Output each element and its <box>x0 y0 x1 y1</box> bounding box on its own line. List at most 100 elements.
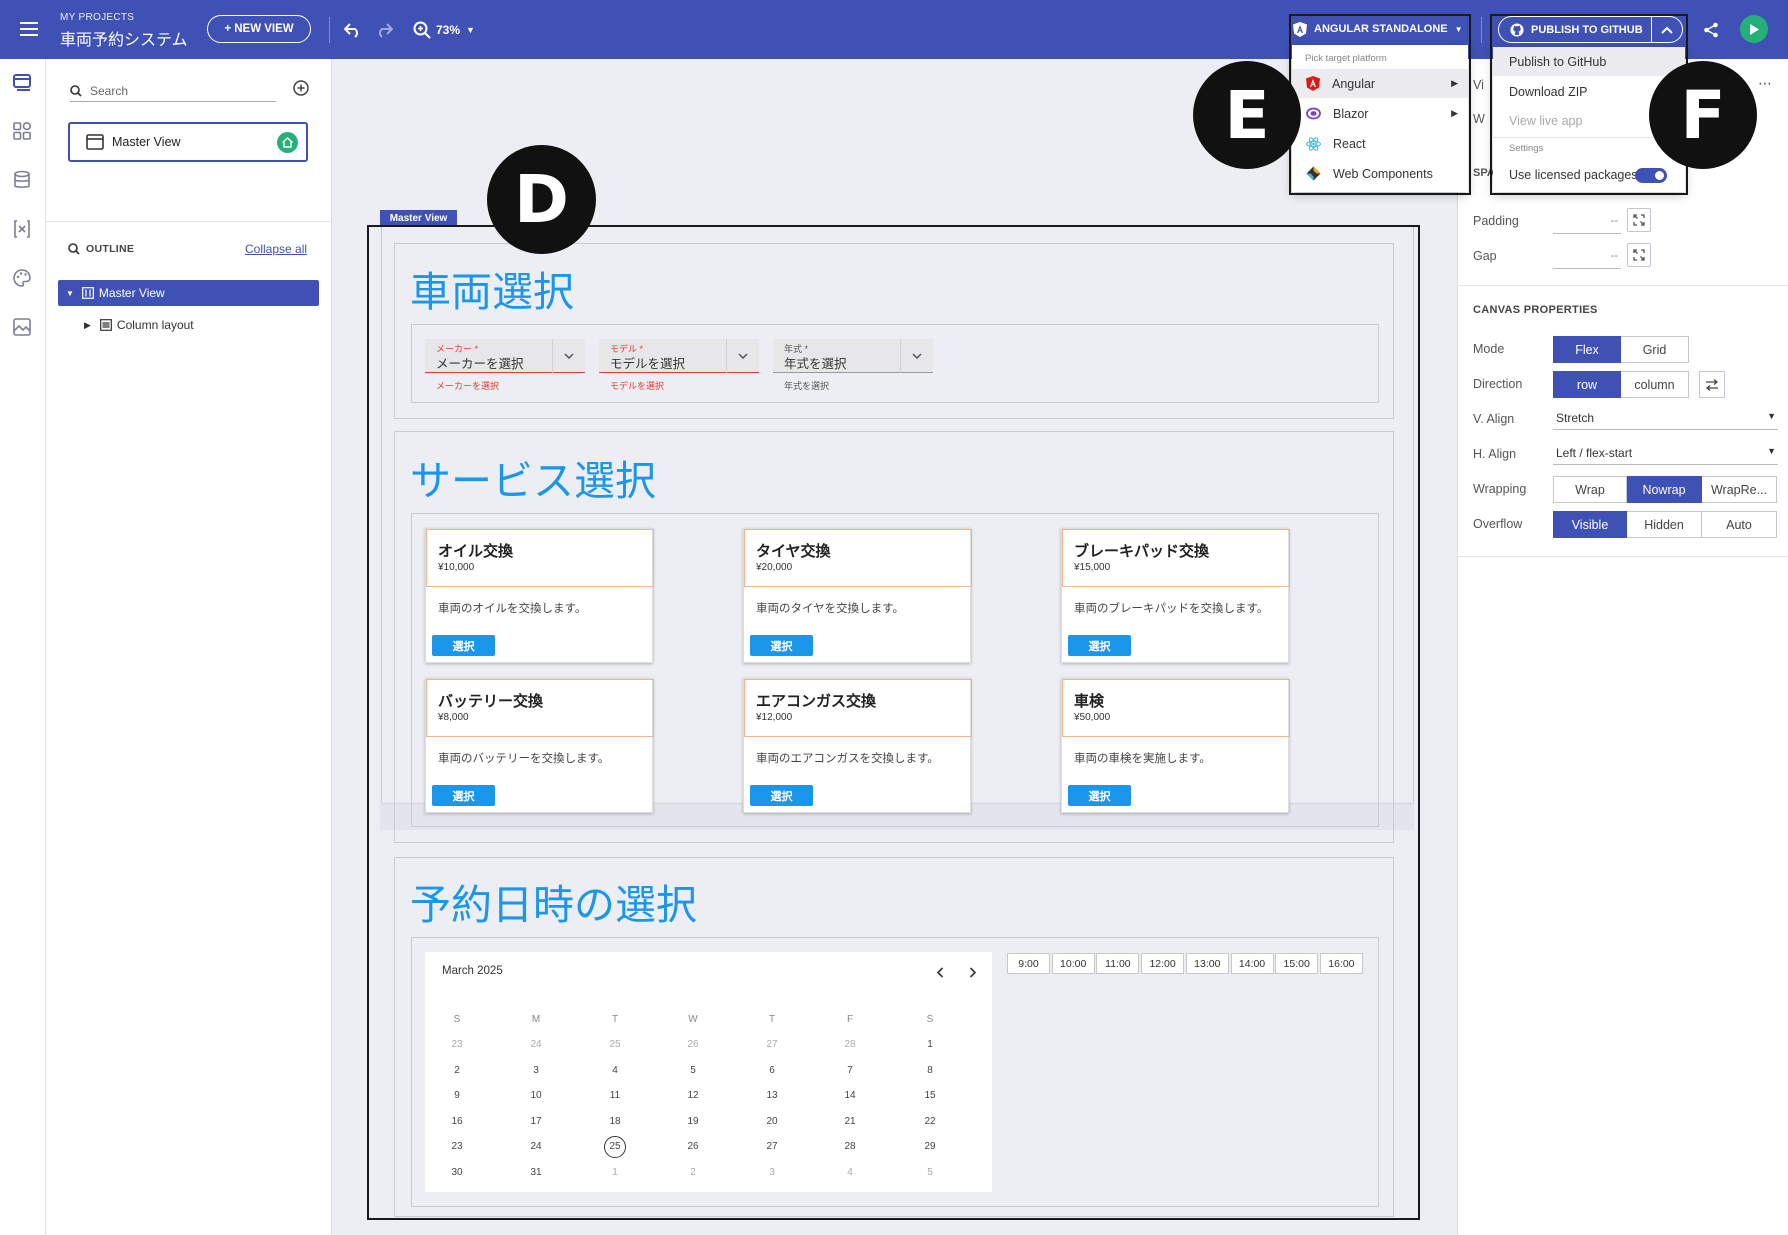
valign-value: Stretch <box>1556 411 1595 425</box>
overflow-visible-button[interactable]: Visible <box>1553 511 1627 538</box>
nowrap-button[interactable]: Nowrap <box>1627 476 1702 503</box>
overflow-toggle: Visible Hidden Auto <box>1553 511 1777 538</box>
padding-input[interactable]: -- <box>1553 209 1621 234</box>
callout-badge-e: E <box>1193 61 1301 169</box>
platform-item-web-components[interactable]: Web Components <box>1292 159 1468 188</box>
toggle-knob <box>1655 171 1664 180</box>
halign-value: Left / flex-start <box>1556 446 1633 460</box>
theme-palette-icon[interactable] <box>10 266 34 290</box>
undo-icon[interactable] <box>342 19 364 41</box>
blazor-icon <box>1306 107 1321 120</box>
variables-icon[interactable] <box>10 217 34 241</box>
hamburger-menu-icon[interactable] <box>18 18 40 40</box>
canvas-frame <box>367 225 1420 1220</box>
platform-item-angular[interactable]: Angular ▶ <box>1292 69 1468 98</box>
search-icon[interactable] <box>68 243 80 255</box>
wrap-button[interactable]: Wrap <box>1553 476 1627 503</box>
direction-toggle: row column <box>1553 371 1689 398</box>
halign-select[interactable]: Left / flex-start ▼ <box>1553 441 1778 465</box>
platform-item-blazor[interactable]: Blazor ▶ <box>1292 99 1468 128</box>
gap-input[interactable]: -- <box>1553 244 1621 269</box>
expand-padding-icon[interactable] <box>1627 208 1651 232</box>
layout-icon <box>82 287 94 299</box>
tree-item-label: Column layout <box>116 318 194 332</box>
platform-item-label: React <box>1333 136 1366 151</box>
more-options-icon[interactable]: ⋯ <box>1758 75 1772 92</box>
platform-item-label: Web Components <box>1333 166 1433 181</box>
project-label: MY PROJECTS <box>60 12 135 23</box>
add-view-icon[interactable] <box>292 79 310 97</box>
licensed-packages-row: Use licensed packages <box>1493 160 1685 189</box>
halign-label: H. Align <box>1473 447 1517 461</box>
react-icon <box>1306 136 1321 151</box>
play-icon <box>1750 23 1759 35</box>
chevron-down-icon: ▼ <box>1767 411 1776 421</box>
canvas-properties-title: CANVAS PROPERTIES <box>1473 304 1598 316</box>
project-name[interactable]: 車両予約システム <box>60 26 188 50</box>
chevron-down-icon[interactable]: ▼ <box>66 289 74 298</box>
outline-label: OUTLINE <box>86 243 135 255</box>
expand-gap-icon[interactable] <box>1627 243 1651 267</box>
mode-toggle: Flex Grid <box>1553 336 1689 363</box>
overflow-label: Overflow <box>1473 517 1523 531</box>
views-icon[interactable] <box>10 71 34 95</box>
panel-divider <box>46 221 332 222</box>
chevron-right-icon: ▶ <box>1451 78 1458 88</box>
chevron-right-icon[interactable]: ▶ <box>84 320 91 331</box>
panel-partial-text: W <box>1473 112 1485 126</box>
valign-select[interactable]: Stretch ▼ <box>1553 406 1778 430</box>
chevron-down-icon: ▼ <box>466 25 475 35</box>
tree-item-master-view[interactable]: ▼ Master View <box>58 280 319 306</box>
mode-grid-button[interactable]: Grid <box>1621 336 1689 363</box>
wrap-reverse-button[interactable]: WrapRe... <box>1702 476 1777 503</box>
toolbar-divider <box>1481 17 1482 43</box>
platform-menu-header: Pick target platform <box>1305 53 1387 64</box>
mode-flex-button[interactable]: Flex <box>1553 336 1621 363</box>
direction-row-button[interactable]: row <box>1553 371 1621 398</box>
swap-direction-icon[interactable] <box>1699 371 1725 398</box>
wrapping-toggle: Wrap Nowrap WrapRe... <box>1553 476 1777 503</box>
view-item-label: Master View <box>112 135 181 149</box>
search-input[interactable]: Search <box>90 84 128 98</box>
panel-partial-text: Vi <box>1473 78 1484 92</box>
zoom-control[interactable]: 73% ▼ <box>413 19 475 41</box>
zoom-icon <box>413 21 431 39</box>
mode-label: Mode <box>1473 342 1505 356</box>
licensed-packages-label: Use licensed packages <box>1509 167 1638 182</box>
view-item-master[interactable]: Master View <box>68 122 308 162</box>
icon-rail <box>0 59 46 1235</box>
tree-item-column-layout[interactable]: ▶ Column layout <box>84 312 194 338</box>
settings-label: Settings <box>1509 143 1544 154</box>
callout-badge-d: D <box>487 145 596 254</box>
new-view-button[interactable]: + NEW VIEW <box>207 15 311 43</box>
toolbar-divider <box>329 17 330 43</box>
platform-item-label: Angular <box>1332 76 1376 91</box>
search-icon <box>70 84 82 97</box>
search-field[interactable]: Search <box>70 80 276 102</box>
left-panel: Search Master View OUTLINE Collapse all … <box>46 59 332 1235</box>
home-icon <box>277 132 298 153</box>
licensed-packages-toggle[interactable] <box>1635 168 1667 183</box>
platform-menu: Pick target platform Angular ▶ Blazor ▶ … <box>1292 45 1468 192</box>
chevron-down-icon: ▼ <box>1767 446 1776 456</box>
assets-image-icon[interactable] <box>10 315 34 339</box>
platform-item-react[interactable]: React <box>1292 129 1468 158</box>
components-icon[interactable] <box>10 119 34 143</box>
zoom-level: 73% <box>436 23 461 37</box>
properties-panel: Vi W SPA ⋯ Padding -- Gap -- CANVAS PROP… <box>1457 59 1788 1235</box>
gap-label: Gap <box>1473 249 1497 263</box>
overflow-auto-button[interactable]: Auto <box>1702 511 1777 538</box>
direction-column-button[interactable]: column <box>1621 371 1689 398</box>
window-icon <box>86 134 104 150</box>
overflow-hidden-button[interactable]: Hidden <box>1627 511 1702 538</box>
column-layout-icon <box>100 319 112 331</box>
publish-to-github-item[interactable]: Publish to GitHub <box>1493 47 1685 76</box>
redo-icon[interactable] <box>373 19 395 41</box>
collapse-all-link[interactable]: Collapse all <box>245 242 307 256</box>
run-preview-button[interactable] <box>1740 15 1768 43</box>
outline-header: OUTLINE <box>68 243 134 255</box>
direction-label: Direction <box>1473 377 1523 391</box>
share-icon[interactable] <box>1700 19 1722 41</box>
padding-label: Padding <box>1473 214 1519 228</box>
data-source-icon[interactable] <box>10 168 34 192</box>
